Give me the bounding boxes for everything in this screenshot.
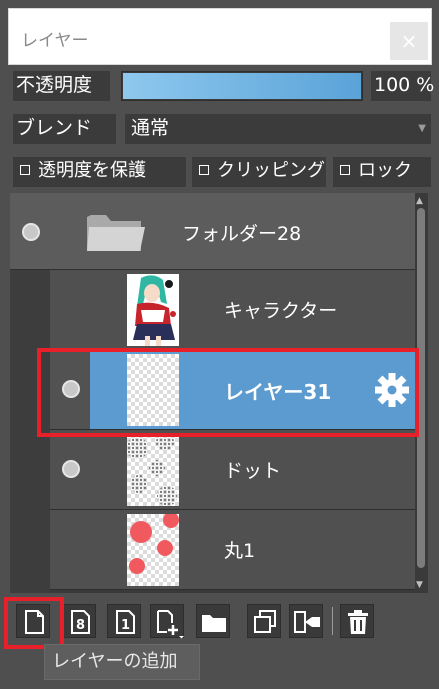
svg-text:1: 1 xyxy=(121,618,130,633)
new-folder-icon xyxy=(202,615,226,632)
add-layer-menu-button[interactable] xyxy=(150,604,184,639)
layer-name: キャラクター xyxy=(224,300,338,322)
close-button[interactable]: × xyxy=(390,22,428,60)
clipping-label: クリッピング xyxy=(217,160,325,181)
layer-thumbnail xyxy=(127,434,179,506)
checkbox-box-icon xyxy=(340,165,350,175)
dot-pattern-thumbnail xyxy=(127,434,177,506)
new-1bit-layer-icon: 1 xyxy=(116,610,135,634)
scroll-down-icon[interactable]: ▼ xyxy=(416,580,423,590)
merge-down-icon xyxy=(294,611,320,633)
panel-title: レイヤー xyxy=(21,31,89,51)
new-layer-highlight xyxy=(4,597,64,649)
layer-row[interactable]: キャラクター xyxy=(50,270,415,350)
layer-thumbnail xyxy=(127,274,179,346)
clipping-checkbox[interactable]: クリッピング xyxy=(192,157,326,187)
selected-layer-highlight xyxy=(37,348,419,437)
merge-down-button[interactable] xyxy=(289,604,323,638)
duplicate-layer-icon xyxy=(254,610,276,633)
layer-name: フォルダー28 xyxy=(182,223,302,245)
visibility-toggle-icon[interactable] xyxy=(62,460,80,478)
checkbox-box-icon xyxy=(20,165,30,175)
folder-icon xyxy=(87,215,145,251)
character-illustration xyxy=(127,274,179,346)
visibility-toggle-icon[interactable] xyxy=(22,223,40,241)
tooltip: レイヤーの追加 xyxy=(44,644,200,680)
circle-pattern-thumbnail xyxy=(129,514,179,574)
layer-thumbnail xyxy=(127,514,179,586)
new-1bit-layer-button[interactable]: 1 xyxy=(107,604,141,638)
layer-row[interactable]: ドット xyxy=(50,430,415,510)
layer-folder-row[interactable]: フォルダー28 xyxy=(10,193,415,270)
layer-row[interactable]: 丸1 xyxy=(50,510,415,590)
opacity-label: 不透明度 xyxy=(13,71,110,101)
toolbar-divider xyxy=(332,607,333,635)
add-layer-menu-icon xyxy=(157,610,184,639)
svg-text:8: 8 xyxy=(76,618,85,633)
blend-mode-value: 通常 xyxy=(131,117,170,139)
layer-name: ドット xyxy=(224,460,282,482)
lock-label: ロック xyxy=(358,160,412,181)
scroll-up-icon[interactable]: ▲ xyxy=(416,196,423,206)
checkbox-box-icon xyxy=(199,165,209,175)
new-folder-button[interactable] xyxy=(196,604,230,638)
duplicate-layer-button[interactable] xyxy=(247,604,281,638)
chevron-down-icon: ▼ xyxy=(418,123,426,134)
preserve-opacity-label: 透明度を保護 xyxy=(38,160,146,181)
close-icon: × xyxy=(400,29,418,53)
layer-name: 丸1 xyxy=(224,540,256,562)
blend-mode-select[interactable]: 通常 ▼ xyxy=(125,114,431,144)
lock-checkbox[interactable]: ロック xyxy=(333,157,431,187)
opacity-value[interactable]: 100 % xyxy=(371,71,434,101)
blend-mode-label: ブレンド xyxy=(13,114,116,144)
new-8bit-layer-button[interactable]: 8 xyxy=(62,604,96,638)
opacity-slider-fill xyxy=(123,73,361,99)
delete-layer-button[interactable] xyxy=(340,604,374,638)
layer-options-row: 透明度を保護 クリッピング ロック xyxy=(0,157,439,187)
preserve-opacity-checkbox[interactable]: 透明度を保護 xyxy=(13,157,186,187)
panel-title-bar: レイヤー × xyxy=(8,8,432,65)
delete-layer-icon xyxy=(348,610,368,634)
layer-toolbar: 8 1 xyxy=(10,598,428,644)
new-8bit-layer-icon: 8 xyxy=(71,610,90,634)
opacity-slider[interactable] xyxy=(121,71,363,101)
